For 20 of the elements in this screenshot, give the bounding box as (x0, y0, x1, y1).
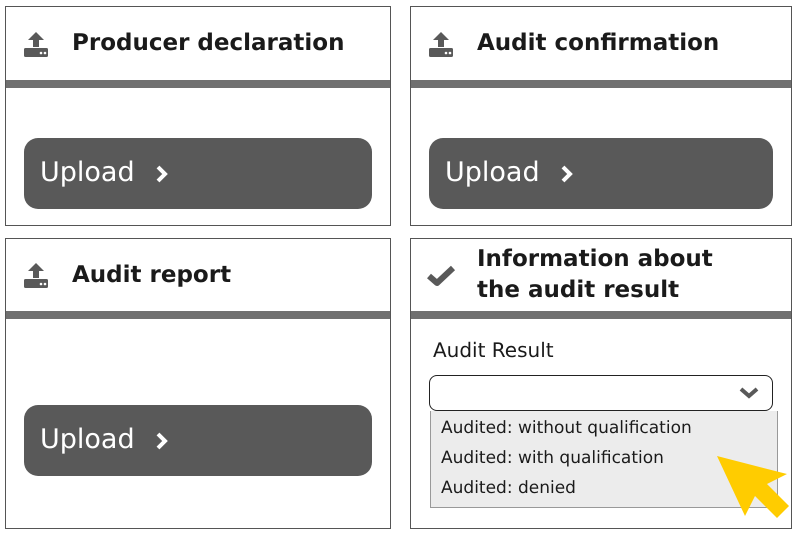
upload-icon (22, 30, 50, 58)
card-title: Audit report (72, 260, 232, 290)
chevron-right-icon (154, 164, 169, 184)
chevron-down-icon (738, 386, 760, 400)
chevron-right-icon (154, 430, 169, 450)
upload-icon (22, 261, 50, 289)
dropdown-option[interactable]: Audited: with qualification (441, 443, 664, 473)
upload-button[interactable]: Upload (24, 405, 372, 476)
card-title: Audit confirmation (477, 29, 720, 58)
upload-button[interactable]: Upload (429, 138, 773, 209)
card-title: Information about the audit result (477, 245, 714, 305)
card-title: Producer declaration (72, 29, 344, 58)
dropdown-option[interactable]: Audited: without qualification (441, 413, 692, 443)
chevron-right-icon (560, 164, 574, 184)
checkmark-icon (427, 264, 455, 286)
dropdown-field[interactable] (429, 375, 773, 411)
field-label: Audit Result (432, 337, 555, 364)
upload-button[interactable]: Upload (24, 138, 372, 209)
upload-icon (427, 30, 455, 58)
dropdown-option[interactable]: Audited: denied (441, 473, 576, 503)
